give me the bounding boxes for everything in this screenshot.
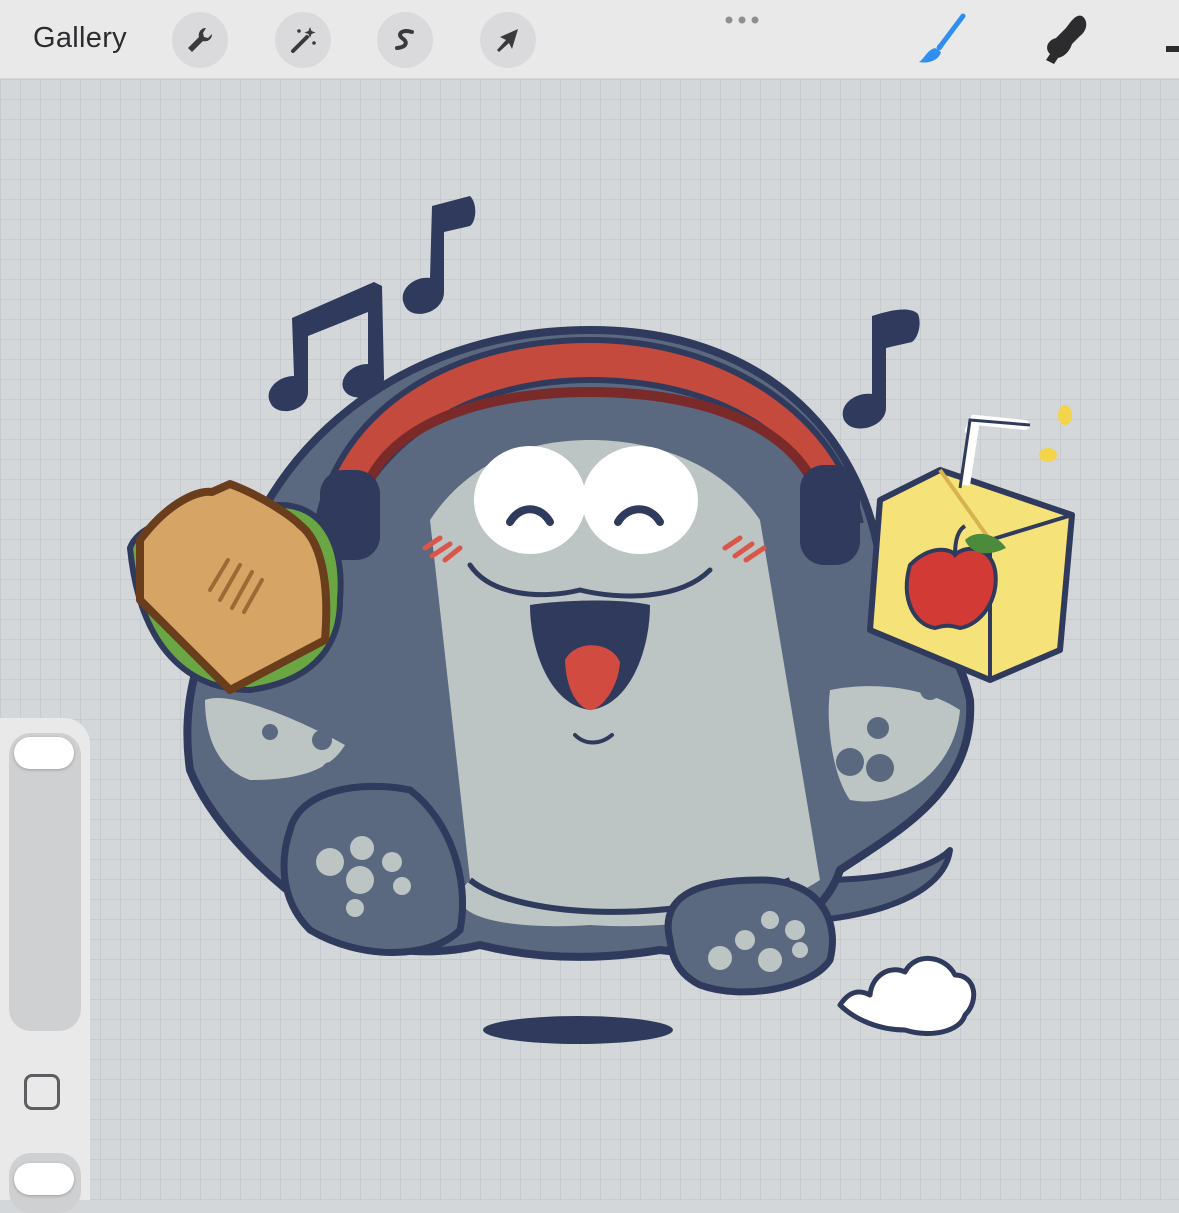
dust-cloud: [837, 955, 977, 1036]
ground-shadow: [483, 1016, 673, 1044]
eraser-tool-button[interactable]: [1160, 10, 1179, 68]
wrench-icon: [188, 27, 213, 52]
magic-wand-icon: [291, 27, 316, 53]
square-modifier-icon[interactable]: [24, 1074, 60, 1110]
sandwich: [126, 480, 344, 694]
adjustments-button[interactable]: [275, 12, 331, 68]
smudge-tool-button[interactable]: [1036, 10, 1094, 68]
transform-button[interactable]: [480, 12, 536, 68]
smudge-icon: [1046, 15, 1087, 64]
selection-button[interactable]: [377, 12, 433, 68]
eraser-icon: [1166, 46, 1179, 52]
transform-arrow-icon: [497, 29, 518, 52]
gallery-button[interactable]: Gallery: [33, 22, 127, 55]
brush-size-slider-thumb[interactable]: [14, 737, 74, 769]
brush-icon: [919, 13, 966, 63]
actions-button[interactable]: [172, 12, 228, 68]
brush-tool-button[interactable]: [913, 10, 971, 68]
headphone-cup-right: [800, 465, 860, 565]
top-toolbar: Gallery: [0, 0, 1179, 79]
brush-size-slider[interactable]: [9, 733, 81, 1031]
artwork-illustration: [126, 196, 1075, 1044]
juice-box: [867, 405, 1075, 683]
more-options-icon[interactable]: [723, 12, 763, 28]
left-leg: [280, 782, 467, 956]
opacity-slider-thumb[interactable]: [14, 1163, 74, 1195]
selection-s-icon: [395, 29, 414, 50]
